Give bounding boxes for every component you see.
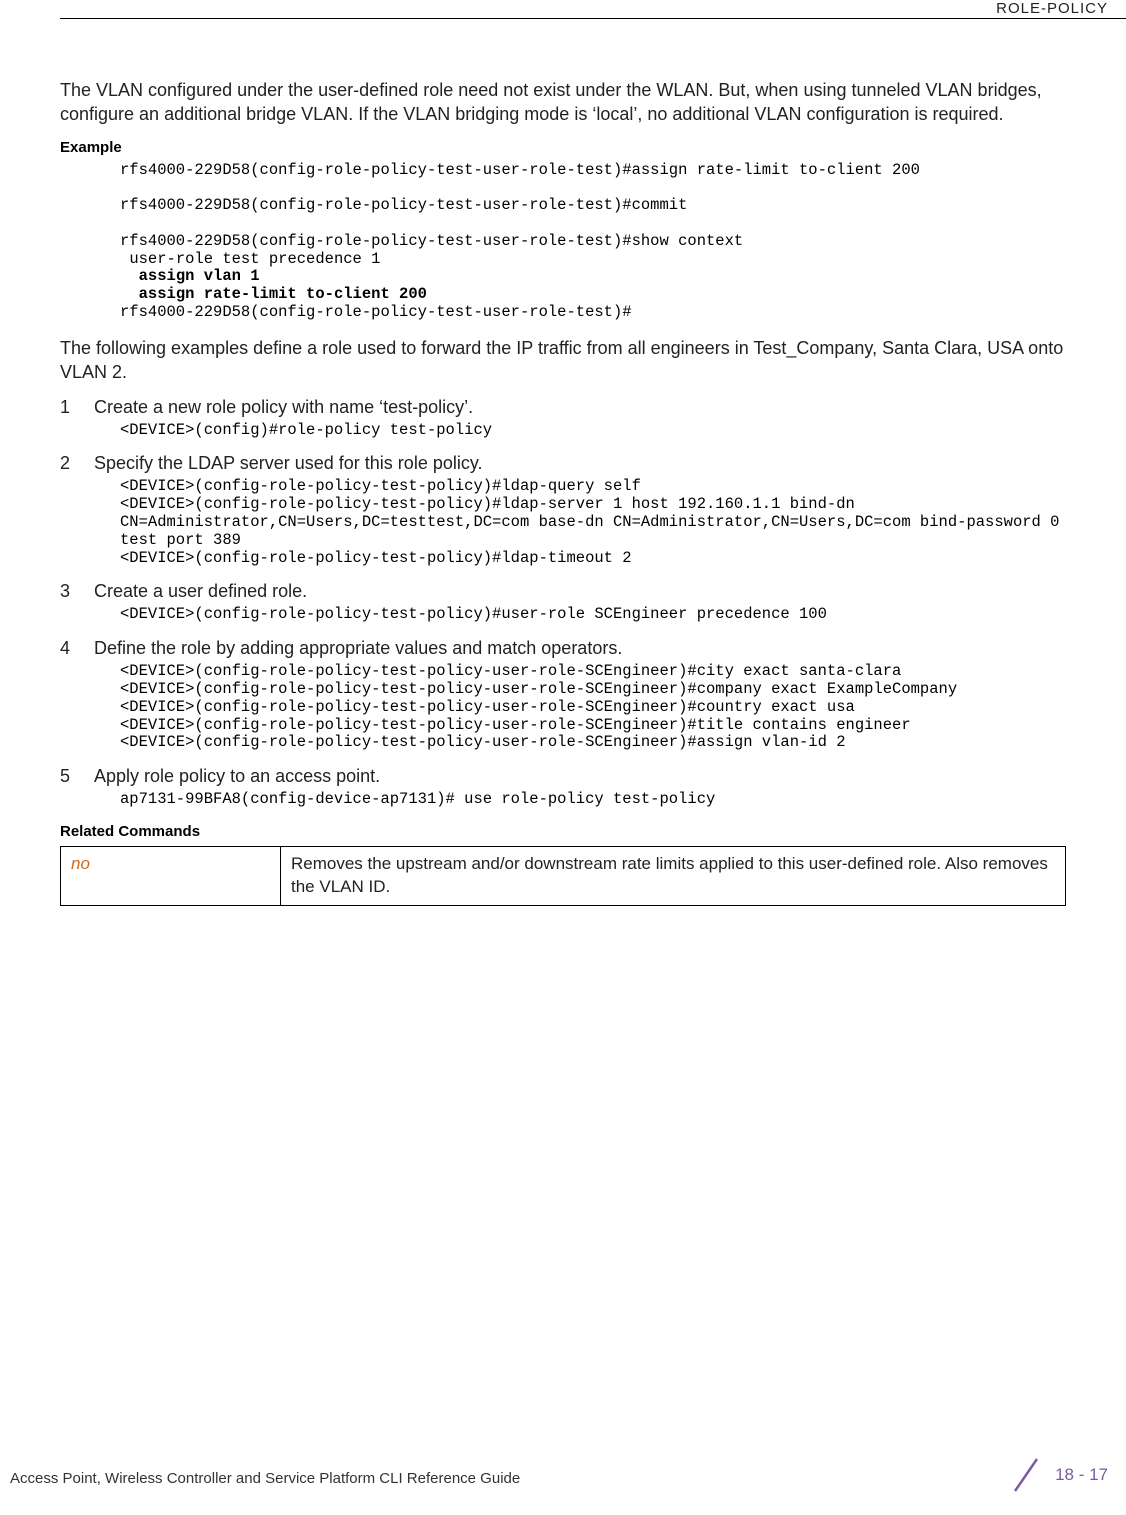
code-line: rfs4000-229D58(config-role-policy-test-u…: [120, 196, 687, 214]
step-item: 2 Specify the LDAP server used for this …: [60, 453, 1066, 567]
header-rule: [60, 18, 1126, 19]
step-item: 3 Create a user defined role. <DEVICE>(c…: [60, 581, 1066, 624]
code-line: rfs4000-229D58(config-role-policy-test-u…: [120, 303, 632, 321]
step-number: 5: [60, 766, 78, 787]
related-command-desc: Removes the upstream and/or downstream r…: [281, 847, 1066, 906]
step-code: <DEVICE>(config)#role-policy test-policy: [120, 422, 1066, 440]
step-code: ap7131-99BFA8(config-device-ap7131)# use…: [120, 791, 1066, 809]
step-text: Create a new role policy with name ‘test…: [94, 397, 473, 418]
step-text: Specify the LDAP server used for this ro…: [94, 453, 483, 474]
code-line: rfs4000-229D58(config-role-policy-test-u…: [120, 161, 920, 179]
step-text: Create a user defined role.: [94, 581, 307, 602]
related-commands-label: Related Commands: [60, 823, 1066, 840]
step-number: 1: [60, 397, 78, 418]
step-code: <DEVICE>(config-role-policy-test-policy-…: [120, 663, 1066, 752]
step-code: <DEVICE>(config-role-policy-test-policy)…: [120, 606, 1066, 624]
table-row: no Removes the upstream and/or downstrea…: [61, 847, 1066, 906]
steps-list: 1 Create a new role policy with name ‘te…: [60, 397, 1066, 810]
example-label: Example: [60, 139, 1066, 156]
step-number: 2: [60, 453, 78, 474]
step-code: <DEVICE>(config-role-policy-test-policy)…: [120, 478, 1066, 567]
step-text: Define the role by adding appropriate va…: [94, 638, 622, 659]
footer-slash-icon: [1009, 1455, 1043, 1495]
header-section: ROLE-POLICY: [996, 0, 1108, 17]
step-text: Apply role policy to an access point.: [94, 766, 380, 787]
step-item: 5 Apply role policy to an access point. …: [60, 766, 1066, 809]
footer-guide-title: Access Point, Wireless Controller and Se…: [10, 1470, 520, 1487]
code-line: user-role test precedence 1: [120, 250, 380, 268]
step-item: 4 Define the role by adding appropriate …: [60, 638, 1066, 752]
code-line-bold: assign vlan 1: [120, 267, 260, 285]
page-content: The VLAN configured under the user-defin…: [60, 78, 1066, 1445]
example-description: The following examples define a role use…: [60, 336, 1066, 385]
footer-page-number: 18 - 17: [1055, 1465, 1108, 1485]
step-number: 4: [60, 638, 78, 659]
footer-right: 18 - 17: [1009, 1455, 1108, 1495]
example-code-block: rfs4000-229D58(config-role-policy-test-u…: [120, 162, 1066, 322]
code-line: rfs4000-229D58(config-role-policy-test-u…: [120, 232, 743, 250]
related-command-name: no: [61, 847, 281, 906]
code-line-bold: assign rate-limit to-client 200: [120, 285, 427, 303]
step-item: 1 Create a new role policy with name ‘te…: [60, 397, 1066, 440]
intro-paragraph: The VLAN configured under the user-defin…: [60, 78, 1066, 127]
step-number: 3: [60, 581, 78, 602]
related-commands-table: no Removes the upstream and/or downstrea…: [60, 846, 1066, 906]
